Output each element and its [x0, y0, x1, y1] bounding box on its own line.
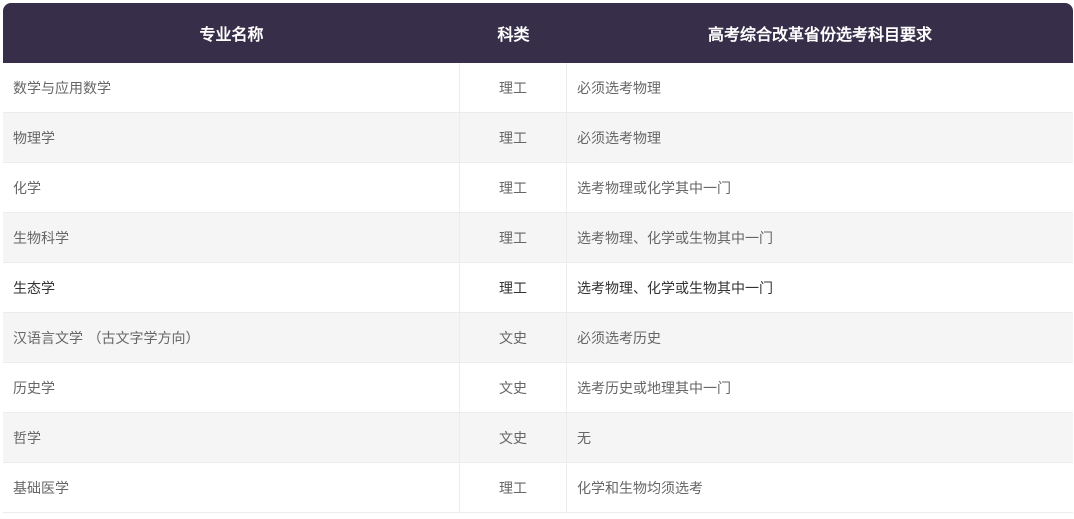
category-cell: 理工: [460, 163, 567, 212]
table-row: 化学 理工 选考物理或化学其中一门: [3, 163, 1073, 213]
category-cell: 理工: [460, 63, 567, 112]
major-name-cell: 数学与应用数学: [3, 63, 460, 112]
requirement-cell: 选考物理、化学或生物其中一门: [577, 230, 773, 247]
category-cell: 理工: [460, 113, 567, 162]
table-body: 数学与应用数学 理工 必须选考物理 物理学 理工 必须选考物理 化学 理工 选考…: [3, 63, 1073, 513]
major-requirements-table: 专业名称 科类 高考综合改革省份选考科目要求 数学与应用数学 理工 必须选考物理…: [3, 3, 1073, 513]
requirement-cell: 化学和生物均须选考: [577, 480, 703, 497]
category-cell: 理工: [460, 213, 567, 262]
requirement-cell: 选考物理或化学其中一门: [577, 180, 731, 197]
major-name-cell: 物理学: [3, 113, 460, 162]
table-header: 专业名称 科类 高考综合改革省份选考科目要求: [3, 3, 1073, 63]
category-cell: 理工: [460, 463, 567, 512]
major-name-cell: 历史学: [3, 363, 460, 412]
table-row: 生态学 理工 选考物理、化学或生物其中一门: [3, 263, 1073, 313]
category-cell: 理工: [460, 263, 567, 312]
table-row: 基础医学 理工 化学和生物均须选考: [3, 463, 1073, 513]
table-row: 数学与应用数学 理工 必须选考物理: [3, 63, 1073, 113]
table-row: 哲学 文史 无: [3, 413, 1073, 463]
major-name-cell: 生物科学: [3, 213, 460, 262]
header-category: 科类: [497, 25, 530, 44]
header-requirement: 高考综合改革省份选考科目要求: [707, 25, 932, 44]
requirement-cell: 无: [577, 430, 591, 447]
major-name-cell: 化学: [3, 163, 460, 212]
category-cell: 文史: [460, 363, 567, 412]
category-cell: 文史: [460, 413, 567, 462]
requirement-cell: 选考历史或地理其中一门: [577, 380, 731, 397]
requirement-cell: 选考物理、化学或生物其中一门: [577, 280, 773, 297]
requirement-cell: 必须选考物理: [577, 130, 661, 147]
major-name-cell: 哲学: [3, 413, 460, 462]
header-major-name: 专业名称: [199, 25, 264, 44]
requirement-cell: 必须选考历史: [577, 330, 661, 347]
category-cell: 文史: [460, 313, 567, 362]
table-row: 汉语言文学 （古文字学方向） 文史 必须选考历史: [3, 313, 1073, 363]
table-row: 历史学 文史 选考历史或地理其中一门: [3, 363, 1073, 413]
major-name-cell: 基础医学: [3, 463, 460, 512]
major-name-cell: 生态学: [3, 263, 460, 312]
major-name-cell: 汉语言文学 （古文字学方向）: [3, 313, 460, 362]
table-row: 物理学 理工 必须选考物理: [3, 113, 1073, 163]
requirement-cell: 必须选考物理: [577, 80, 661, 97]
table-row: 生物科学 理工 选考物理、化学或生物其中一门: [3, 213, 1073, 263]
